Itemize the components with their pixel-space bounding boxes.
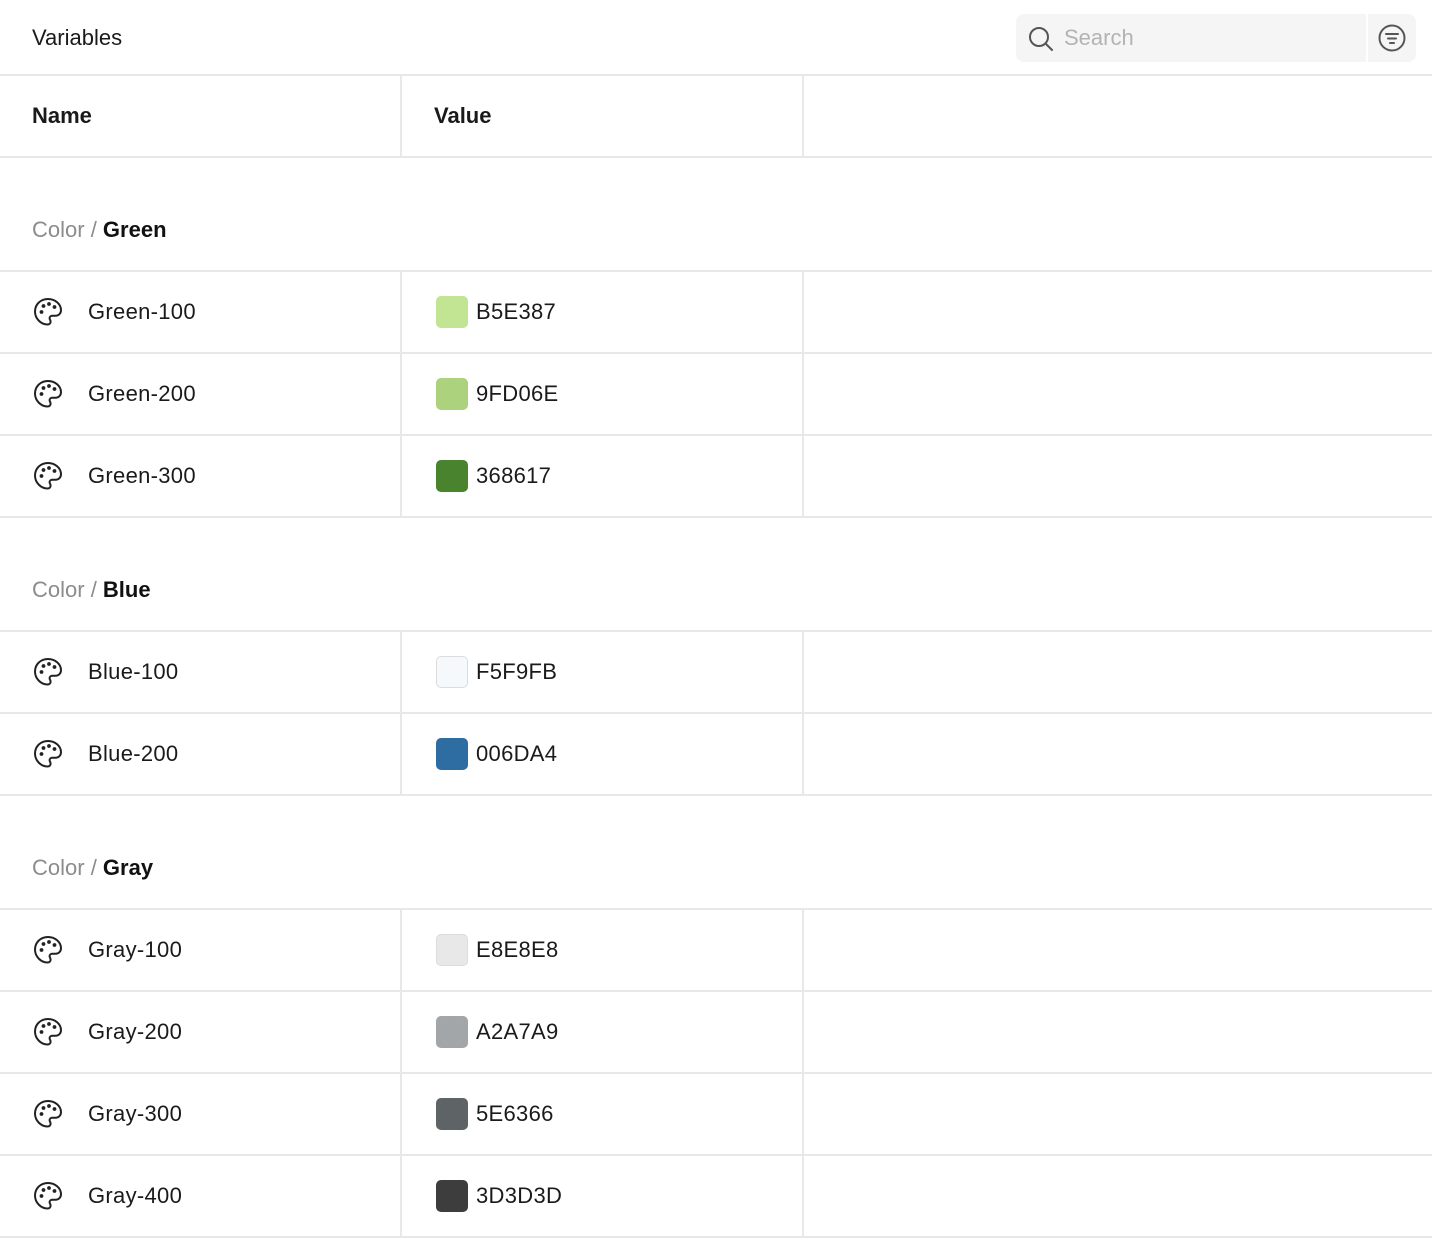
palette-icon	[32, 1016, 64, 1048]
column-header-value[interactable]: Value	[434, 76, 491, 156]
color-swatch[interactable]	[436, 1016, 468, 1048]
variable-name: Blue-200	[88, 741, 179, 766]
column-divider	[802, 910, 804, 990]
column-divider	[802, 632, 804, 712]
color-swatch[interactable]	[436, 1180, 468, 1212]
variable-name: Green-200	[88, 381, 196, 406]
variable-name: Gray-100	[88, 937, 183, 962]
variable-name: Blue-100	[88, 659, 179, 684]
variable-value[interactable]: 368617	[476, 462, 551, 490]
palette-icon	[32, 1098, 64, 1130]
column-divider	[802, 1074, 804, 1154]
variable-row[interactable]: Blue-200 006DA4	[0, 714, 1432, 796]
palette-icon	[32, 1180, 64, 1212]
column-divider	[400, 76, 402, 156]
group-header: Color / Green	[0, 158, 1432, 272]
variable-value[interactable]: 9FD06E	[476, 380, 559, 408]
group-path: Color	[32, 577, 85, 602]
variable-row[interactable]: Gray-400 3D3D3D	[0, 1156, 1432, 1238]
variable-value[interactable]: A2A7A9	[476, 1018, 559, 1046]
column-divider	[400, 272, 402, 352]
color-swatch[interactable]	[436, 934, 468, 966]
variable-name: Green-100	[88, 299, 196, 324]
variable-name: Green-300	[88, 463, 196, 488]
group-header: Color / Blue	[0, 518, 1432, 632]
column-divider	[400, 714, 402, 794]
column-divider	[400, 992, 402, 1072]
variable-name: Gray-200	[88, 1019, 183, 1044]
column-divider	[400, 354, 402, 434]
palette-icon	[32, 934, 64, 966]
variable-row[interactable]: Blue-100 F5F9FB	[0, 632, 1432, 714]
group-label: Color / Gray	[32, 854, 153, 882]
column-divider	[400, 910, 402, 990]
column-header-name[interactable]: Name	[32, 76, 92, 156]
variable-name: Gray-300	[88, 1101, 183, 1126]
column-divider	[400, 436, 402, 516]
palette-icon	[32, 738, 64, 770]
group-separator: /	[84, 577, 103, 602]
variable-row[interactable]: Green-200 9FD06E	[0, 354, 1432, 436]
filter-icon	[1378, 24, 1406, 52]
top-bar: Variables	[0, 0, 1432, 76]
group-path: Color	[32, 855, 85, 880]
column-divider	[400, 1156, 402, 1236]
group-separator: /	[84, 217, 103, 242]
palette-icon	[32, 460, 64, 492]
group-label: Color / Green	[32, 216, 167, 244]
color-swatch[interactable]	[436, 378, 468, 410]
group-name: Green	[102, 217, 167, 242]
column-divider	[802, 354, 804, 434]
palette-icon	[32, 656, 64, 688]
search-input[interactable]	[1064, 14, 1354, 62]
column-divider	[400, 632, 402, 712]
variable-row[interactable]: Gray-200 A2A7A9	[0, 992, 1432, 1074]
search-icon	[1029, 27, 1053, 51]
variable-value[interactable]: B5E387	[476, 298, 556, 326]
variable-row[interactable]: Gray-100 E8E8E8	[0, 910, 1432, 992]
palette-icon	[32, 378, 64, 410]
variable-row[interactable]: Green-100 B5E387	[0, 272, 1432, 354]
variable-value[interactable]: F5F9FB	[476, 658, 557, 686]
color-swatch[interactable]	[436, 656, 468, 688]
page-title: Variables	[32, 25, 123, 50]
column-divider	[400, 1074, 402, 1154]
variable-value[interactable]: E8E8E8	[476, 936, 559, 964]
variable-row[interactable]: Gray-300 5E6366	[0, 1074, 1432, 1156]
group-path: Color	[32, 217, 85, 242]
variable-row[interactable]: Green-300 368617	[0, 436, 1432, 518]
variable-value[interactable]: 3D3D3D	[476, 1182, 562, 1210]
column-divider	[802, 1156, 804, 1236]
search-box[interactable]	[1016, 14, 1366, 62]
color-swatch[interactable]	[436, 1098, 468, 1130]
group-header: Color / Gray	[0, 796, 1432, 910]
color-swatch[interactable]	[436, 296, 468, 328]
variable-name: Gray-400	[88, 1183, 183, 1208]
group-name: Gray	[102, 855, 154, 880]
group-label: Color / Blue	[32, 576, 151, 604]
table-header: Name Value	[0, 76, 1432, 158]
filter-button[interactable]	[1368, 14, 1416, 62]
group-name: Blue	[102, 577, 151, 602]
variable-value[interactable]: 5E6366	[476, 1100, 554, 1128]
column-divider	[802, 436, 804, 516]
color-swatch[interactable]	[436, 460, 468, 492]
variable-value[interactable]: 006DA4	[476, 740, 557, 768]
color-swatch[interactable]	[436, 738, 468, 770]
column-divider	[802, 992, 804, 1072]
column-divider	[802, 76, 804, 156]
column-divider	[802, 714, 804, 794]
column-divider	[802, 272, 804, 352]
palette-icon	[32, 296, 64, 328]
group-separator: /	[84, 855, 103, 880]
